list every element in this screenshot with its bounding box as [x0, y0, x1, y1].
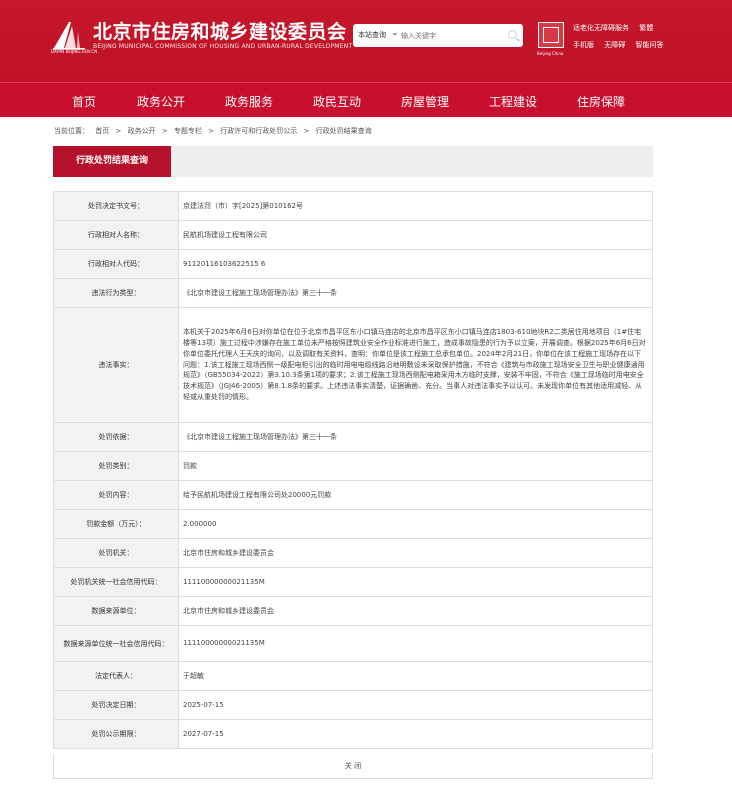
row-value: 民航机场建设工程有限公司 — [178, 220, 653, 250]
tab-penalty-results[interactable]: 行政处罚结果查询 — [53, 146, 171, 177]
row-label: 处罚公示期限： — [53, 719, 179, 749]
table-row: 处罚机关统一社会信用代码： 11110000000021135M — [53, 567, 653, 597]
row-label: 法定代表人： — [53, 661, 179, 691]
chevron-down-icon[interactable]: ⌄ — [391, 28, 399, 38]
main-nav: 首页 政务公开 政务服务 政民互动 房屋管理 工程建设 住房保障 — [0, 82, 732, 117]
row-label: 处罚内容： — [53, 480, 179, 510]
row-label: 处罚决定日期： — [53, 690, 179, 720]
nav-housing-security[interactable]: 住房保障 — [577, 93, 625, 110]
search-scope-select[interactable]: 本站查询 — [358, 30, 386, 40]
nav-home[interactable]: 首页 — [72, 93, 96, 110]
table-row: 数据来源单位统一社会信用代码： 11110000000021135M — [53, 625, 653, 662]
section-tab-bar: 行政处罚结果查询 — [53, 146, 653, 177]
top-links-row1: 适老化无障碍服务 繁體 — [573, 23, 661, 33]
breadcrumb-home[interactable]: 首页 — [95, 127, 109, 135]
row-label: 罚款金额（万元）： — [53, 509, 179, 539]
breadcrumb-separator: > — [303, 127, 310, 135]
mobile-version-link[interactable]: 手机版 — [573, 41, 594, 49]
row-value: 2025-07-15 — [178, 690, 653, 720]
breadcrumb-permits-penalties[interactable]: 行政许可和行政处罚公示 — [220, 127, 297, 135]
row-label: 处罚依据： — [53, 422, 179, 452]
row-label: 违法事实： — [53, 307, 179, 423]
row-value: 2027-07-15 — [178, 719, 653, 749]
table-row: 法定代表人： 于超敏 — [53, 661, 653, 691]
table-row: 数据来源单位： 北京市住房和城乡建设委员会 — [53, 596, 653, 626]
search-icon[interactable] — [508, 30, 517, 39]
commission-logo-icon[interactable] — [52, 18, 86, 52]
row-label: 行政相对人代码： — [53, 249, 179, 279]
row-value: 于超敏 — [178, 661, 653, 691]
breadcrumb-special-topics[interactable]: 专题专栏 — [174, 127, 202, 135]
nav-interaction[interactable]: 政民互动 — [313, 93, 361, 110]
nav-gov-affairs-open[interactable]: 政务公开 — [137, 93, 185, 110]
table-row: 处罚公示期限： 2027-07-15 — [53, 719, 653, 749]
row-label: 处罚类别： — [53, 451, 179, 481]
row-value: 北京市住房和城乡建设委员会 — [178, 538, 653, 568]
table-row: 违法事实： 本机关于2025年6月6日对你单位在位于北京市昌平区东小口镇马连店的北… — [53, 307, 653, 423]
table-row: 处罚类别： 罚款 — [53, 451, 653, 481]
row-value: 11110000000021135M — [178, 567, 653, 597]
row-label: 处罚机关： — [53, 538, 179, 568]
row-label: 数据来源单位统一社会信用代码： — [53, 625, 179, 662]
breadcrumb-gov-affairs[interactable]: 政务公开 — [128, 127, 156, 135]
nav-gov-services[interactable]: 政务服务 — [225, 93, 273, 110]
row-value: 罚款 — [178, 451, 653, 481]
row-value: 京建法罚（市）字[2025]第010162号 — [178, 191, 653, 221]
search-input[interactable] — [401, 26, 501, 45]
close-button[interactable]: 关 闭 — [53, 754, 653, 779]
row-value: 北京市住房和城乡建设委员会 — [178, 596, 653, 626]
breadcrumb-separator: > — [115, 127, 122, 135]
row-value: 11110000000021135M — [178, 625, 653, 662]
table-row: 处罚内容： 给予民航机场建设工程有限公司处20000元罚款 — [53, 480, 653, 510]
logo-caption: DAYAN BEIJING.GOV.CN — [51, 49, 98, 54]
row-label: 违法行为类型： — [53, 278, 179, 308]
top-links-row2: 手机版 无障碍 智能问答 — [573, 40, 671, 50]
row-value: 2.000000 — [178, 509, 653, 539]
emblem-caption: Beijing China — [537, 51, 564, 56]
row-value: 本机关于2025年6月6日对你单位在位于北京市昌平区东小口镇马连店的北京市昌平区… — [178, 307, 653, 423]
site-title[interactable]: 北京市住房和城乡建设委员会 — [93, 17, 347, 44]
row-label: 处罚决定书文号： — [53, 191, 179, 221]
table-row: 罚款金额（万元）： 2.000000 — [53, 509, 653, 539]
beijing-emblem-icon[interactable] — [538, 22, 564, 48]
search-box: 本站查询 ⌄ — [353, 24, 523, 47]
table-row: 行政相对人代码： 91120116103622515 6 — [53, 249, 653, 279]
row-value: 《北京市建设工程施工现场管理办法》第三十一条 — [178, 422, 653, 452]
table-row: 处罚决定书文号： 京建法罚（市）字[2025]第010162号 — [53, 191, 653, 221]
breadcrumb: 当前位置： 首页 > 政务公开 > 专题专栏 > 行政许可和行政处罚公示 > 行… — [54, 126, 376, 136]
breadcrumb-separator: > — [208, 127, 215, 135]
nav-construction[interactable]: 工程建设 — [489, 93, 537, 110]
table-row: 行政相对人名称： 民航机场建设工程有限公司 — [53, 220, 653, 250]
row-value: 《北京市建设工程施工现场管理办法》第三十一条 — [178, 278, 653, 308]
breadcrumb-separator: > — [161, 127, 168, 135]
table-row: 处罚依据： 《北京市建设工程施工现场管理办法》第三十一条 — [53, 422, 653, 452]
site-header: DAYAN BEIJING.GOV.CN 北京市住房和城乡建设委员会 BEIJI… — [0, 0, 732, 82]
traditional-chinese-link[interactable]: 繁體 — [639, 24, 653, 32]
row-value: 91120116103622515 6 — [178, 249, 653, 279]
table-row: 处罚机关： 北京市住房和城乡建设委员会 — [53, 538, 653, 568]
breadcrumb-prefix: 当前位置： — [54, 127, 89, 135]
table-row: 处罚决定日期： 2025-07-15 — [53, 690, 653, 720]
elderly-accessibility-link[interactable]: 适老化无障碍服务 — [573, 24, 629, 32]
smart-qa-link[interactable]: 智能问答 — [635, 41, 663, 49]
table-row: 违法行为类型： 《北京市建设工程施工现场管理办法》第三十一条 — [53, 278, 653, 308]
row-value: 给予民航机场建设工程有限公司处20000元罚款 — [178, 480, 653, 510]
row-label: 行政相对人名称： — [53, 220, 179, 250]
row-label: 数据来源单位： — [53, 596, 179, 626]
penalty-result-table: 处罚决定书文号： 京建法罚（市）字[2025]第010162号 行政相对人名称：民… — [53, 191, 653, 749]
accessibility-link[interactable]: 无障碍 — [604, 41, 625, 49]
breadcrumb-current: 行政处罚结果查询 — [315, 127, 372, 135]
nav-housing-management[interactable]: 房屋管理 — [401, 93, 449, 110]
site-subtitle: BEIJING MUNICIPAL COMMISSION OF HOUSING … — [93, 43, 353, 50]
row-label: 处罚机关统一社会信用代码： — [53, 567, 179, 597]
